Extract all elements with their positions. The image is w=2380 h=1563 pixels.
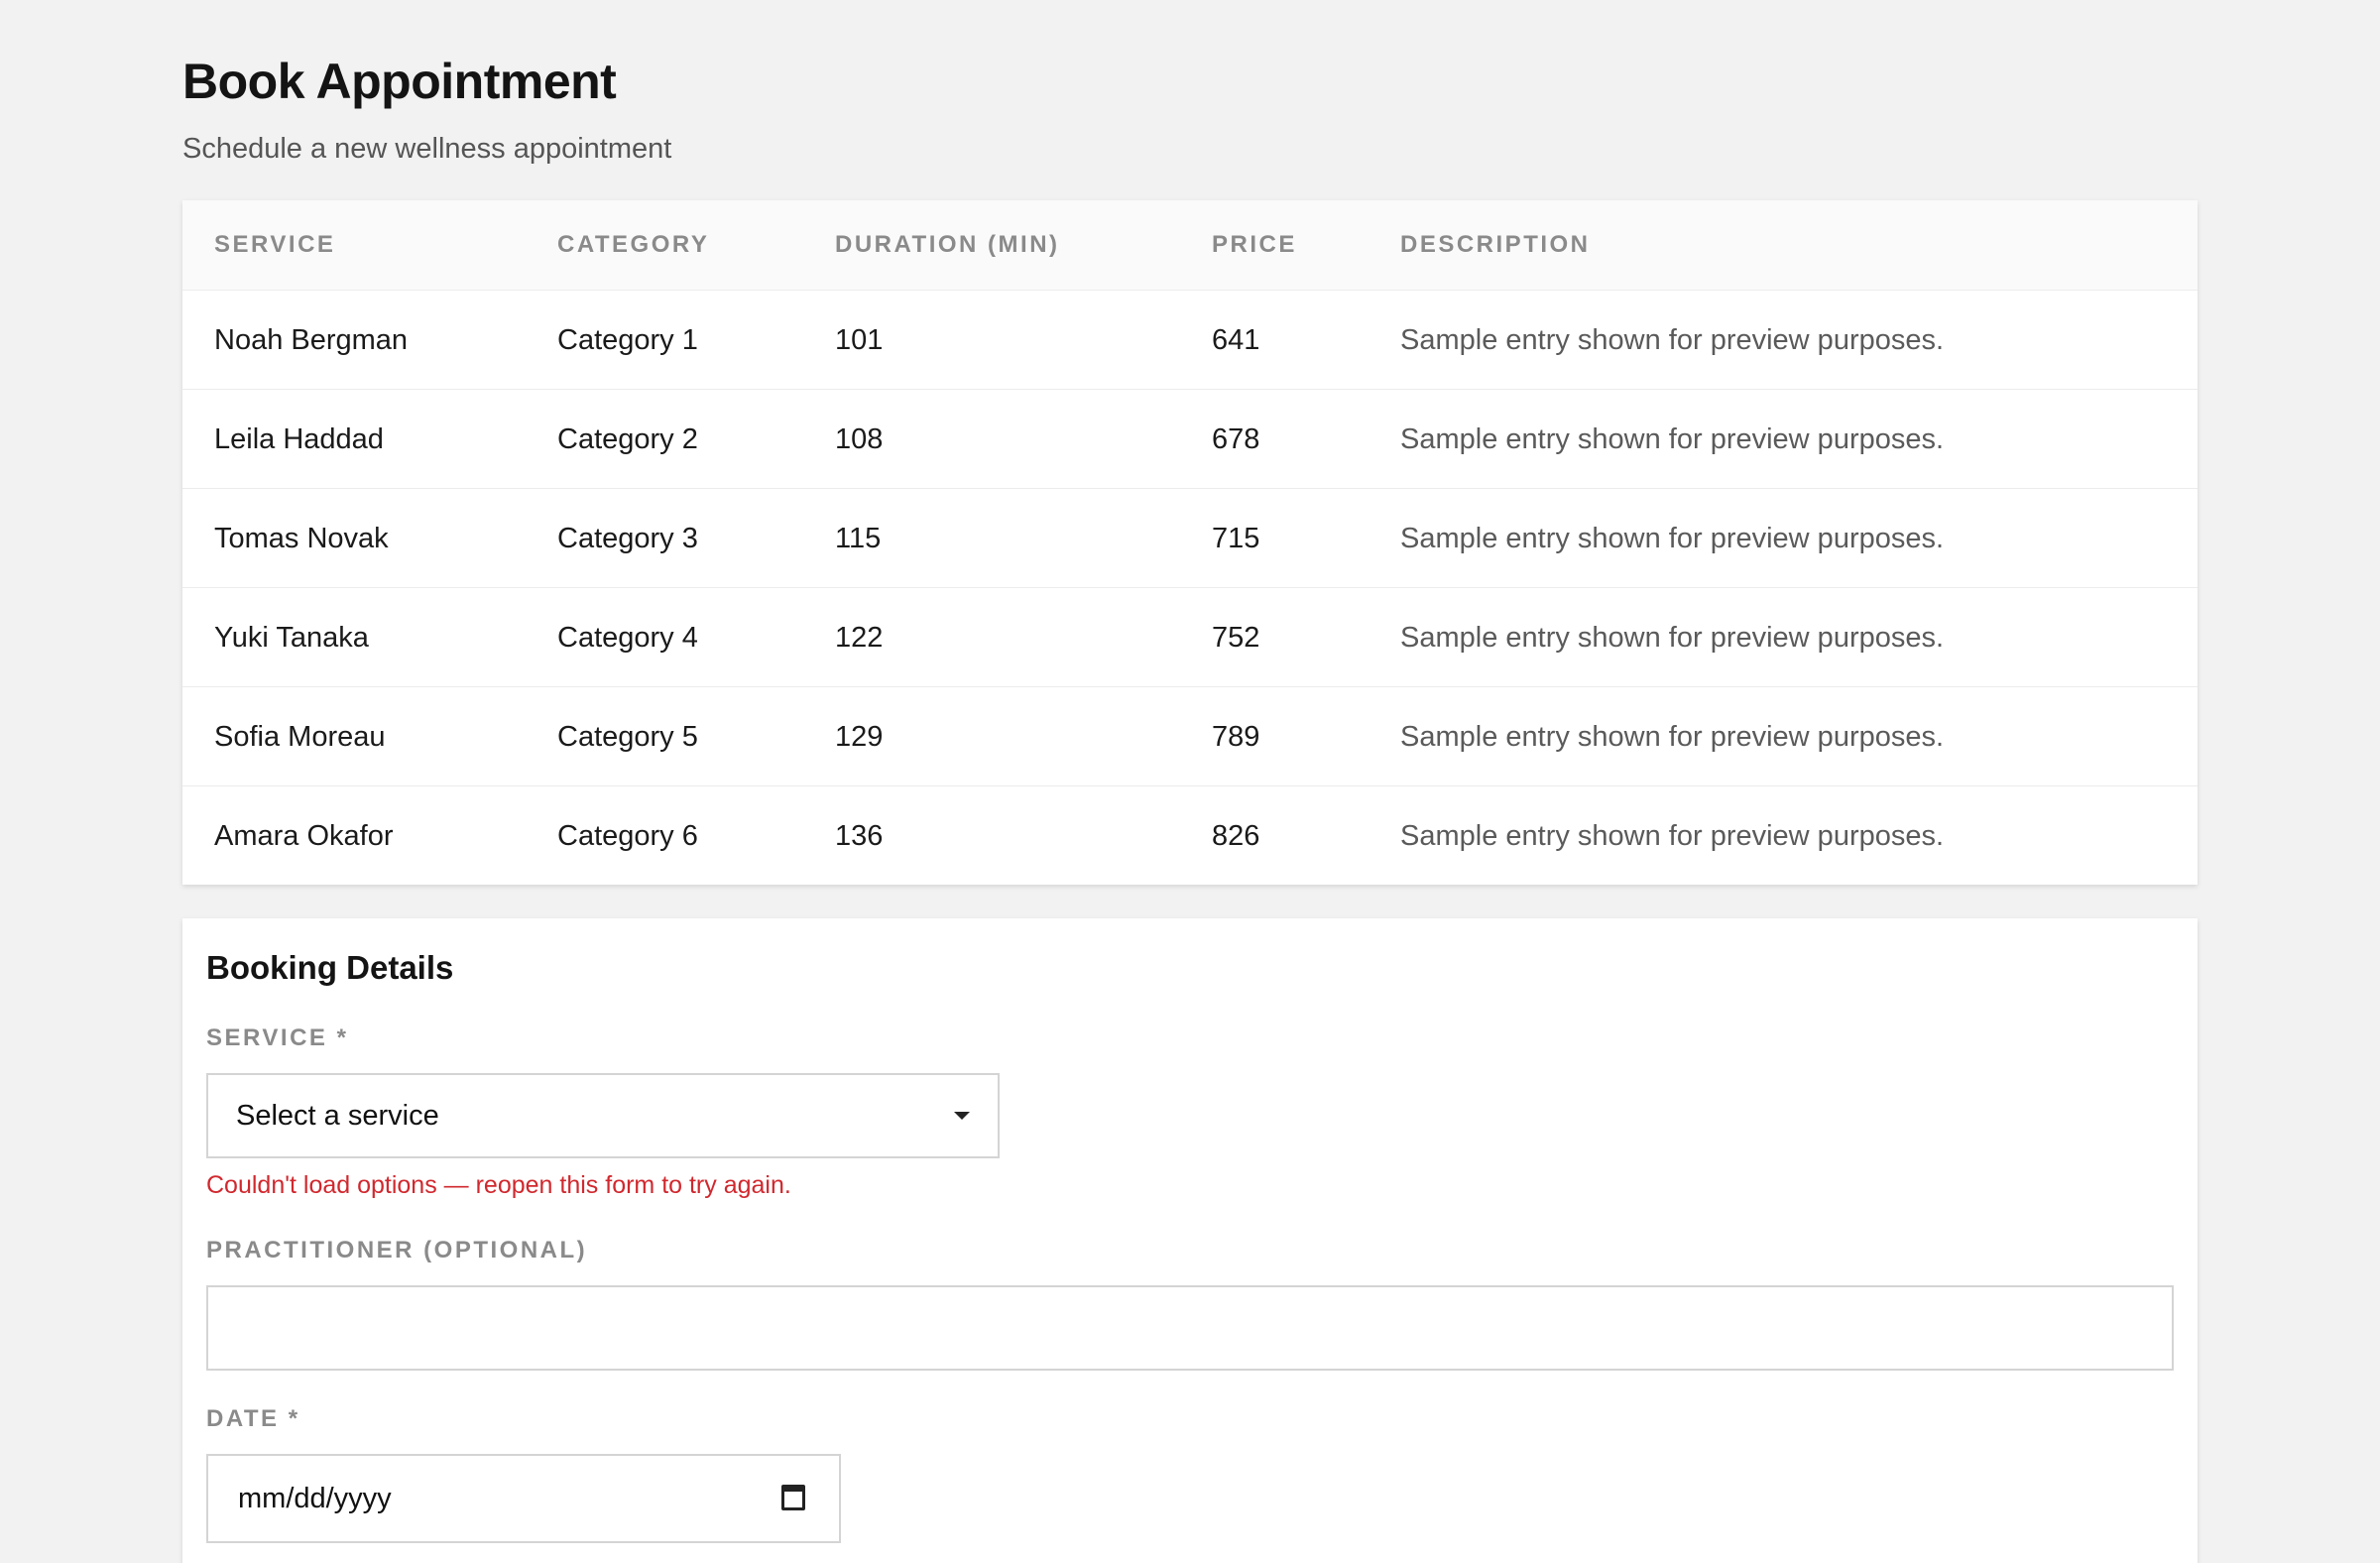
cell-duration: 129	[835, 721, 884, 753]
date-placeholder: mm/dd/yyyy	[238, 1483, 392, 1514]
table-row[interactable]: Amara Okafor Category 6 136 826 Sample e…	[182, 785, 2198, 885]
service-select[interactable]: Select a service	[206, 1073, 1000, 1158]
cell-description: Sample entry shown for preview purposes.	[1400, 820, 1945, 852]
cell-category: Category 1	[557, 324, 698, 356]
page-title: Book Appointment	[182, 54, 617, 109]
cell-price: 641	[1212, 324, 1260, 356]
column-header-description: DESCRIPTION	[1400, 231, 1591, 258]
table-header: SERVICE CATEGORY DURATION (MIN) PRICE DE…	[182, 200, 2198, 290]
calendar-icon[interactable]	[781, 1485, 805, 1510]
services-table: SERVICE CATEGORY DURATION (MIN) PRICE DE…	[182, 200, 2198, 885]
cell-duration: 115	[835, 523, 882, 554]
service-label: SERVICE *	[206, 1024, 349, 1051]
cell-duration: 136	[835, 820, 884, 852]
cell-service: Leila Haddad	[214, 423, 384, 455]
service-select-value: Select a service	[236, 1100, 439, 1132]
cell-price: 789	[1212, 721, 1260, 753]
table-row[interactable]: Tomas Novak Category 3 115 715 Sample en…	[182, 488, 2198, 587]
booking-form: Booking Details SERVICE * Select a servi…	[182, 918, 2198, 1563]
cell-description: Sample entry shown for preview purposes.	[1400, 622, 1945, 654]
cell-description: Sample entry shown for preview purposes.	[1400, 324, 1945, 356]
column-header-service: SERVICE	[214, 231, 336, 258]
cell-service: Sofia Moreau	[214, 721, 386, 753]
cell-duration: 122	[835, 622, 884, 654]
column-header-price: PRICE	[1212, 231, 1297, 258]
cell-category: Category 3	[557, 523, 698, 554]
cell-service: Noah Bergman	[214, 324, 409, 356]
cell-description: Sample entry shown for preview purposes.	[1400, 423, 1945, 455]
table-row[interactable]: Yuki Tanaka Category 4 122 752 Sample en…	[182, 587, 2198, 686]
date-label: DATE *	[206, 1405, 300, 1432]
cell-duration: 108	[835, 423, 884, 455]
cell-service: Tomas Novak	[214, 523, 389, 554]
practitioner-input[interactable]	[206, 1285, 2174, 1371]
cell-service: Amara Okafor	[214, 820, 394, 852]
cell-category: Category 2	[557, 423, 698, 455]
table-row[interactable]: Noah Bergman Category 1 101 641 Sample e…	[182, 290, 2198, 389]
form-title: Booking Details	[206, 949, 454, 986]
column-header-duration: DURATION (MIN)	[835, 231, 1060, 258]
cell-service: Yuki Tanaka	[214, 622, 369, 654]
cell-price: 752	[1212, 622, 1260, 654]
cell-description: Sample entry shown for preview purposes.	[1400, 523, 1945, 554]
cell-category: Category 6	[557, 820, 698, 852]
cell-duration: 101	[835, 324, 884, 356]
column-header-category: CATEGORY	[557, 231, 710, 258]
cell-price: 715	[1212, 523, 1260, 554]
cell-price: 678	[1212, 423, 1260, 455]
cell-category: Category 5	[557, 721, 698, 753]
practitioner-label: PRACTITIONER (OPTIONAL)	[206, 1237, 588, 1263]
page-subtitle: Schedule a new wellness appointment	[182, 133, 672, 165]
chevron-down-icon	[954, 1112, 970, 1120]
cell-price: 826	[1212, 820, 1260, 852]
cell-category: Category 4	[557, 622, 698, 654]
table-row[interactable]: Leila Haddad Category 2 108 678 Sample e…	[182, 389, 2198, 488]
date-input[interactable]: mm/dd/yyyy	[206, 1454, 841, 1543]
cell-description: Sample entry shown for preview purposes.	[1400, 721, 1945, 753]
table-row[interactable]: Sofia Moreau Category 5 129 789 Sample e…	[182, 686, 2198, 785]
service-error-message: Couldn't load options — reopen this form…	[206, 1171, 791, 1199]
